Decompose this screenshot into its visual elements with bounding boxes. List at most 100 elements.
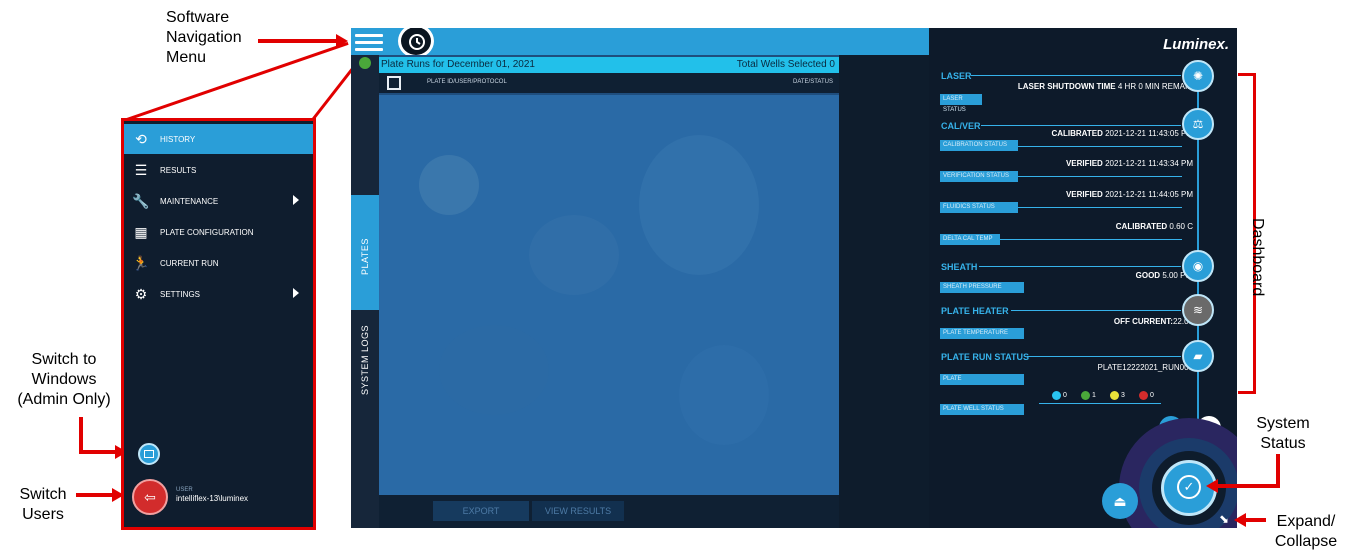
callout-nav-menu: Software Navigation Menu [166,8,242,68]
well-count-green: 1 [1092,392,1096,399]
callout-switch-users-line1: Switch [19,486,67,503]
tab-system-logs[interactable]: SYSTEM LOGS [360,325,370,395]
chevron-right-icon [293,288,299,298]
running-icon: 🏃 [132,255,150,271]
user-role: USER [176,487,193,493]
tab-plates[interactable]: PLATES [351,195,379,310]
laser-shutdown-value: LASER SHUTDOWN TIME 4 HR 0 MIN REMAIN [1017,82,1193,91]
callout-expand-arrow [1244,518,1266,522]
tab-plates-label: PLATES [360,238,370,275]
well-count-red: 0 [1150,392,1154,399]
export-button[interactable]: EXPORT [433,501,529,521]
plate-well-status-label: PLATE WELL STATUS [940,404,1024,415]
well-count-dot-yellow [1110,391,1119,400]
nav-item-maintenance-label: MAINTENANCE [160,197,219,206]
callout-switch-windows: Switch to Windows (Admin Only) [8,350,120,410]
callout-users-arrow [76,493,116,497]
delta-cal-value: CALIBRATED 0.60 C [1115,222,1193,231]
dashboard-panel: Luminex. LASER LASER SHUTDOWN TIME 4 HR … [929,28,1237,528]
callout-status-arrow-v [1276,454,1280,488]
top-bar [351,28,931,58]
plate-heater-value: OFF CURRENT:22.00 [1113,317,1193,326]
nav-item-results[interactable]: ☰ RESULTS [124,155,313,185]
well-count-dot-red [1139,391,1148,400]
callout-nav-menu-line3: Menu [166,49,207,66]
laser-status-label: LASER STATUS [940,94,982,113]
callout-switch-windows-line2: Windows [31,371,97,388]
view-results-button[interactable]: VIEW RESULTS [532,501,624,521]
callout-nav-menu-line2: Navigation [166,29,242,46]
verification-value: VERIFIED 2021-12-21 11:43:34 PM [1065,159,1193,168]
callout-system-status-line1: System [1256,415,1310,432]
nav-item-plate-configuration[interactable]: ▦ PLATE CONFIGURATION [124,217,313,247]
expand-collapse-icon[interactable]: ⬊ [1219,512,1229,526]
calver-title: CAL/VER [941,121,981,131]
laser-icon: ✺ [1182,60,1214,92]
nav-item-current-run-label: CURRENT RUN [160,259,219,268]
side-tabs: PLATES SYSTEM LOGS [351,55,379,528]
list-icon: ☰ [134,162,148,178]
sheath-title: SHEATH [941,262,978,272]
nav-item-history[interactable]: ⟲ HISTORY [124,124,313,154]
well-count-yellow: 3 [1121,392,1125,399]
plate-runs-status-icon [359,57,371,69]
plate-run-status-title: PLATE RUN STATUS [941,352,1029,362]
switch-user-button[interactable]: ⇦ [132,479,168,515]
plates-panel: Plate Runs for December 01, 2021 Total W… [379,55,839,528]
plate-heater-title: PLATE HEATER [941,306,1009,316]
nav-item-settings[interactable]: ⚙ SETTINGS [124,279,313,309]
column-plate-id: PLATE ID/USER/PROTOCOL [427,79,507,85]
callout-system-status-line2: Status [1260,435,1306,452]
nav-item-settings-label: SETTINGS [160,290,201,299]
monitor-icon [144,450,154,458]
wrench-icon: 🔧 [132,193,150,209]
sheath-pressure-icon: ◉ [1182,250,1214,282]
plate-run-value: PLATE12222021_RUN000 [1097,363,1193,372]
callout-windows-arrow-v [79,417,83,453]
plate-list-header: PLATE ID/USER/PROTOCOL DATE/STATUS [379,73,839,93]
select-all-checkbox[interactable] [387,76,401,90]
history-icon: ⟲ [135,131,147,147]
callout-expand-arrow-head [1234,513,1246,527]
delta-cal-temp-label: DELTA CAL TEMP [940,234,1000,245]
laser-title: LASER [941,71,972,81]
callout-system-status: System Status [1248,414,1318,454]
sheath-pressure-label: SHEATH PRESSURE [940,282,1024,293]
fluidics-value: VERIFIED 2021-12-21 11:44:05 PM [1065,190,1193,199]
nav-item-history-label: HISTORY [160,135,196,144]
hamburger-menu-icon[interactable] [355,31,383,53]
callout-switch-users-line2: Users [22,506,64,523]
nav-item-current-run[interactable]: 🏃 CURRENT RUN [124,248,313,278]
grid-icon: ▦ [134,224,148,240]
eject-icon[interactable]: ⏏ [1102,483,1138,519]
nav-item-plate-configuration-label: PLATE CONFIGURATION [160,228,254,237]
balance-scale-icon: ⚖ [1182,108,1214,140]
plate-icon: ▰ [1182,340,1214,372]
app-window: PLATES SYSTEM LOGS Plate Runs for Decemb… [351,28,1237,528]
callout-expand-collapse-line1: Expand/ [1276,513,1336,530]
chevron-right-icon [293,195,299,205]
calibration-status-label: CALIBRATION STATUS [940,140,1018,151]
nav-item-maintenance[interactable]: 🔧 MAINTENANCE [124,186,313,216]
callout-dashboard: Dashboard [1249,218,1266,297]
plate-runs-header: Plate Runs for December 01, 2021 Total W… [379,57,839,73]
gear-icon: ⚙ [134,286,148,302]
check-circle-icon: ✓ [1177,475,1201,499]
callout-windows-arrow-h [79,450,119,454]
plate-runs-title: Plate Runs for December 01, 2021 [381,59,535,70]
switch-to-windows-button[interactable] [138,443,160,465]
plate-list-area [379,95,839,495]
callout-expand-collapse-line2: Collapse [1274,533,1338,550]
verification-status-label: VERIFICATION STATUS [940,171,1018,182]
callout-switch-users: Switch Users [14,485,72,525]
callout-nav-arrow [258,39,340,43]
well-count-blue: 0 [1063,392,1067,399]
calibration-value: CALIBRATED 2021-12-21 11:43:05 PM [1051,129,1193,138]
callout-switch-windows-line1: Switch to [31,351,97,368]
user-name: intelliflex-13\luminex [176,494,249,503]
callout-switch-windows-line3: (Admin Only) [17,391,111,408]
history-icon[interactable] [398,28,434,58]
software-navigation-menu: ⟲ HISTORY ☰ RESULTS 🔧 MAINTENANCE ▦ PLAT… [121,118,316,530]
plate-label: PLATE [940,374,1024,385]
column-date-status: DATE/STATUS [792,79,833,85]
